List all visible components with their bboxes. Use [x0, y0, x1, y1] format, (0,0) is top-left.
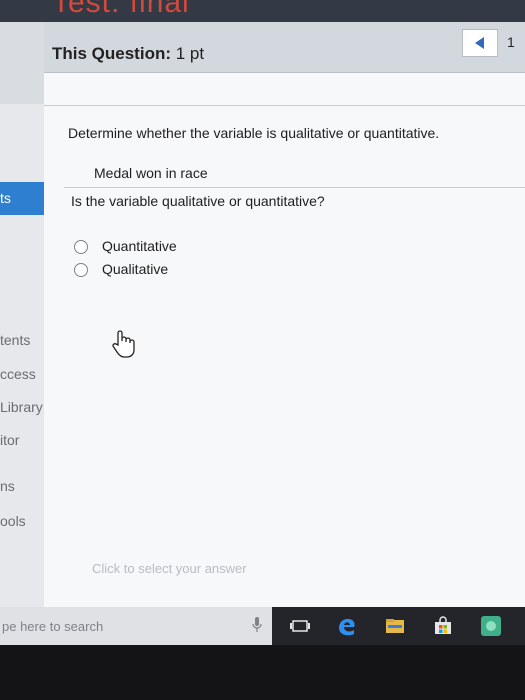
previous-question-button[interactable]	[462, 29, 498, 57]
option-quantitative[interactable]: Quantitative	[74, 238, 234, 258]
file-explorer-icon[interactable]	[384, 615, 406, 637]
panel-divider-question	[64, 187, 525, 188]
task-view-icon[interactable]	[289, 615, 311, 637]
sidebar-item-contents[interactable]: tents	[0, 332, 30, 348]
question-points-value: 1 pt	[175, 44, 205, 63]
hand-pointer-icon	[112, 330, 135, 358]
edge-browser-icon[interactable]	[336, 615, 358, 637]
store-icon[interactable]	[432, 615, 454, 637]
question-header: This Question: 1 pt 1	[44, 22, 525, 73]
option-quantitative-radio[interactable]	[74, 240, 88, 254]
sidebar-item-access[interactable]: ccess	[0, 366, 36, 382]
screen: Test: final ts tents ccess Library itor …	[0, 0, 525, 645]
sidebar-item-tutor[interactable]: itor	[0, 432, 19, 448]
monitor-bezel	[0, 645, 525, 700]
option-qualitative-radio[interactable]	[74, 263, 88, 277]
question-points: This Question: 1 pt	[52, 44, 204, 64]
sidebar-item-active[interactable]: ts	[0, 182, 44, 215]
answer-hint: Click to select your answer	[92, 561, 247, 576]
question-number: 1	[507, 34, 515, 50]
taskbar-search-box[interactable]: pe here to search	[0, 607, 272, 645]
question-points-label: This Question:	[52, 44, 171, 63]
sidebar: ts tents ccess Library itor ns ools	[0, 22, 44, 607]
option-qualitative-label[interactable]: Qualitative	[102, 261, 168, 277]
windows-taskbar: pe here to search	[0, 607, 525, 645]
question-panel: Determine whether the variable is qualit…	[44, 73, 525, 607]
panel-divider-top	[44, 105, 525, 106]
window-topbar: Test: final	[0, 0, 525, 22]
question-prompt: Determine whether the variable is qualit…	[68, 125, 440, 141]
option-quantitative-label[interactable]: Quantitative	[102, 238, 177, 254]
microphone-icon[interactable]	[252, 617, 262, 633]
question-ask: Is the variable qualitative or quantitat…	[71, 193, 325, 209]
sidebar-item-library[interactable]: Library	[0, 399, 43, 415]
question-variable: Medal won in race	[94, 165, 208, 181]
sidebar-item-tools[interactable]: ools	[0, 513, 26, 529]
option-qualitative[interactable]: Qualitative	[74, 261, 234, 281]
sidebar-header-band	[0, 22, 44, 104]
app-icon[interactable]	[480, 615, 502, 637]
taskbar-search-placeholder: pe here to search	[2, 619, 104, 634]
test-title: Test: final	[52, 0, 190, 19]
sidebar-item-ns[interactable]: ns	[0, 478, 15, 494]
sidebar-item-active-label: ts	[0, 190, 11, 206]
